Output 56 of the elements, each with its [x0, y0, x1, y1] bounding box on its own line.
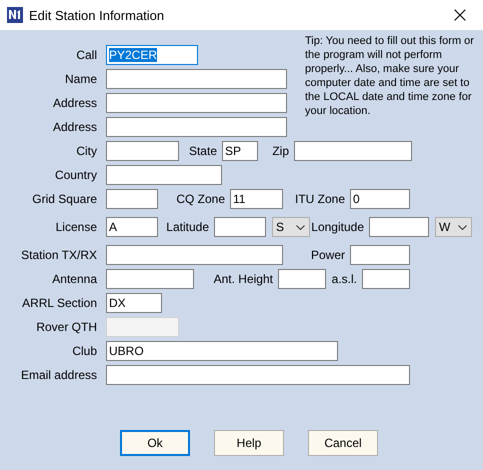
tip-text: Tip: You need to fill out this form or the program will not perform properly... Also, make sure your computer date and time are set to the LOCAL date and time zone for your location.	[305, 34, 475, 119]
field-label: Power	[310, 248, 346, 262]
field-label: City	[75, 144, 97, 158]
field-label: Latitude	[165, 220, 210, 234]
input-field[interactable]: UBRO	[106, 341, 338, 361]
input-field[interactable]	[106, 269, 194, 289]
field-label: Grid Square	[31, 192, 97, 206]
input-field[interactable]	[106, 69, 287, 89]
input-field[interactable]	[106, 93, 287, 113]
field-label: Club	[71, 344, 97, 358]
input-field[interactable]: 11	[230, 189, 283, 209]
field-label: Address	[52, 120, 97, 134]
field-label: Zip	[271, 144, 290, 158]
field-label: Rover QTH	[35, 320, 97, 334]
field-label: ITU Zone	[294, 192, 346, 206]
chevron-down-icon	[296, 224, 305, 230]
field-label: a.s.l.	[330, 272, 358, 286]
input-field[interactable]: SP	[222, 141, 258, 161]
dialog-button[interactable]: Ok	[120, 430, 190, 456]
dialog-button[interactable]: Cancel	[308, 430, 378, 456]
input-field[interactable]: A	[106, 217, 158, 237]
field-label: License	[54, 220, 97, 234]
input-field[interactable]	[294, 141, 412, 161]
input-field[interactable]	[106, 165, 222, 185]
dropdown[interactable]: W	[435, 217, 472, 237]
field-label: Call	[75, 48, 97, 62]
input-field[interactable]	[214, 217, 266, 237]
input-field[interactable]	[106, 245, 283, 265]
field-label: Antenna	[51, 272, 97, 286]
input-field[interactable]	[106, 141, 179, 161]
field-label: ARRL Section	[21, 296, 97, 310]
dialog-button[interactable]: Help	[214, 430, 284, 456]
field-label: CQ Zone	[175, 192, 226, 206]
input-field[interactable]	[106, 117, 287, 137]
app-icon	[7, 7, 23, 23]
input-field[interactable]: DX	[106, 293, 162, 313]
dropdown[interactable]: S	[272, 217, 310, 237]
input-field[interactable]	[106, 365, 410, 385]
field-label: Ant. Height	[212, 272, 274, 286]
field-label: Name	[64, 72, 97, 86]
input-field[interactable]	[278, 269, 326, 289]
chevron-down-icon	[458, 224, 467, 230]
input-field[interactable]	[106, 189, 158, 209]
input-field[interactable]	[350, 245, 410, 265]
field-label: Email address	[20, 368, 97, 382]
input-field[interactable]	[362, 269, 410, 289]
field-label: Station TX/RX	[20, 248, 97, 262]
field-label: Country	[54, 168, 97, 182]
input-field[interactable]: 0	[350, 189, 410, 209]
window-title: Edit Station Information	[29, 8, 166, 22]
input-field[interactable]: PY2CER	[106, 45, 198, 65]
field-label: Address	[52, 96, 97, 110]
field-label: State	[188, 144, 218, 158]
input-field[interactable]	[369, 217, 429, 237]
field-label: Longitude	[310, 220, 365, 234]
close-button[interactable]: ×	[437, 0, 483, 30]
